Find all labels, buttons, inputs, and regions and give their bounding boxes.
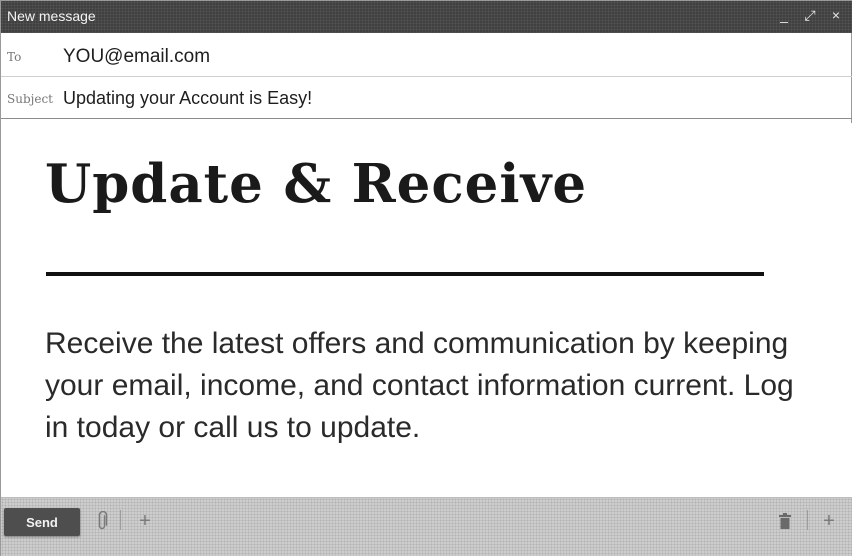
minimize-icon[interactable]: _ (777, 6, 791, 24)
email-headline: Update & Receive (45, 153, 588, 215)
email-paragraph: Receive the latest offers and communicat… (45, 327, 794, 444)
toolbar-divider (807, 510, 808, 530)
more-options-icon[interactable]: + (135, 510, 155, 532)
window-controls: _ ⤢ × (777, 6, 843, 24)
compose-toolbar: Send + + (1, 497, 852, 556)
title-bar[interactable]: New message _ ⤢ × (1, 1, 852, 33)
toolbar-divider (120, 510, 121, 530)
paperclip-icon[interactable] (93, 510, 111, 532)
send-button[interactable]: Send (4, 508, 80, 536)
message-body[interactable]: Update & Receive Receive the latest offe… (1, 123, 852, 497)
to-label: To (7, 49, 22, 64)
subject-label: Subject (7, 91, 53, 106)
trash-icon[interactable] (777, 510, 793, 532)
compose-window: New message _ ⤢ × To YOU@email.com Subje… (0, 0, 852, 556)
headline-divider (46, 272, 764, 276)
more-options-icon[interactable]: + (819, 510, 839, 532)
window-title: New message (7, 8, 96, 24)
expand-icon[interactable]: ⤢ (803, 6, 817, 24)
subject-value[interactable]: Updating your Account is Easy! (63, 88, 312, 109)
to-value[interactable]: YOU@email.com (63, 46, 210, 68)
to-field[interactable]: To YOU@email.com (1, 37, 852, 77)
subject-field[interactable]: Subject Updating your Account is Easy! (1, 79, 852, 119)
close-icon[interactable]: × (829, 6, 843, 24)
